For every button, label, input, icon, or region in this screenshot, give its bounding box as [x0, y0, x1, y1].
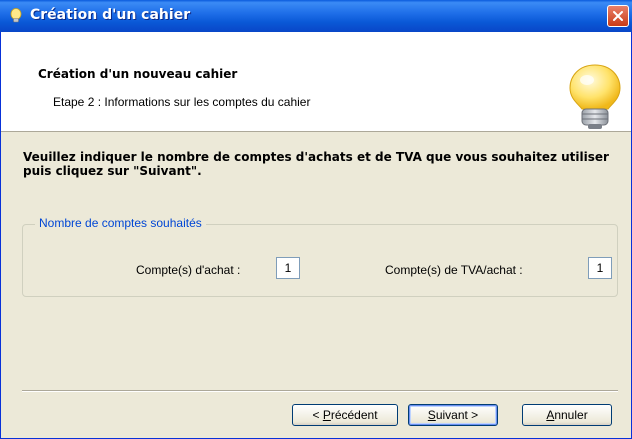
vat-accounts-input[interactable]: 1	[588, 257, 612, 279]
header-subtitle: Etape 2 : Informations sur les comptes d…	[53, 95, 311, 109]
previous-button-mnemonic: P	[322, 408, 331, 422]
previous-button-prefix: <	[312, 408, 323, 422]
previous-button[interactable]: < Précédent	[292, 404, 398, 426]
close-button[interactable]	[607, 5, 629, 27]
footer-separator	[22, 390, 618, 392]
header-title: Création d'un nouveau cahier	[38, 67, 238, 81]
lightbulb-icon	[569, 64, 621, 129]
close-icon	[613, 11, 623, 21]
groupbox-legend: Nombre de comptes souhaités	[35, 216, 206, 230]
cancel-button-label: nnuler	[554, 408, 588, 422]
wizard-header: Création d'un nouveau cahier Etape 2 : I…	[1, 32, 631, 132]
purchase-accounts-label: Compte(s) d'achat :	[136, 263, 241, 277]
cancel-button[interactable]: Annuler	[522, 404, 612, 426]
purchase-accounts-input[interactable]: 1	[276, 257, 300, 279]
instruction-text: Veuillez indiquer le nombre de comptes d…	[23, 150, 609, 178]
next-button-mnemonic: S	[427, 408, 436, 422]
window-title: Création d'un cahier	[30, 7, 191, 23]
next-button-label: uivant >	[435, 408, 479, 422]
next-button[interactable]: Suivant >	[408, 404, 498, 426]
title-bar[interactable]: Création d'un cahier	[0, 0, 632, 32]
vat-accounts-label: Compte(s) de TVA/achat :	[385, 263, 523, 277]
accounts-groupbox: Nombre de comptes souhaités Compte(s) d'…	[22, 216, 618, 297]
lightbulb-icon	[10, 8, 22, 23]
dialog-window: Création d'un cahier Création d'un nouve…	[0, 0, 632, 439]
previous-button-label: récédent	[330, 408, 378, 422]
